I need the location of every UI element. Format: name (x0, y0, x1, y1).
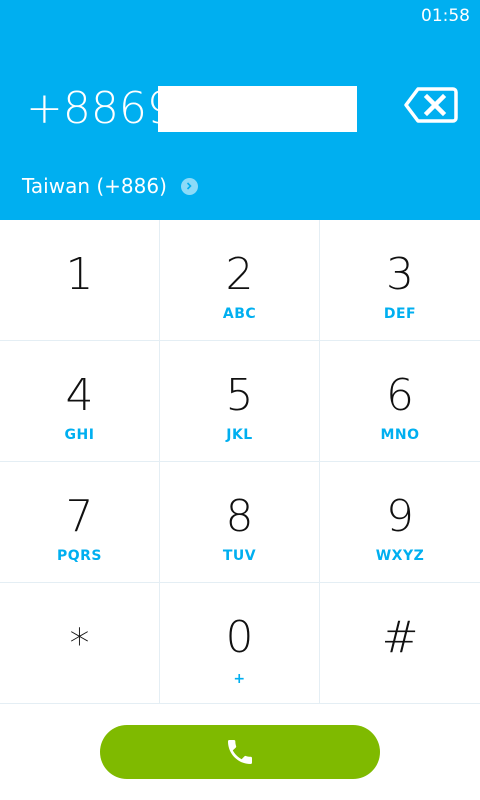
country-selector[interactable]: Taiwan (+886) (22, 174, 198, 198)
key-letters: ABC (222, 306, 257, 322)
key-digit: 4 (65, 370, 94, 421)
key-digit: * (69, 621, 90, 667)
backspace-icon (404, 87, 458, 123)
key-0[interactable]: 0 + (160, 583, 320, 704)
key-letters: GHI (64, 427, 95, 443)
key-digit: 0 (225, 612, 254, 663)
call-button[interactable] (100, 725, 380, 779)
key-digit: 2 (225, 249, 254, 300)
key-digit: 7 (65, 491, 94, 542)
number-display: +8869 (26, 84, 175, 134)
key-digit: 8 (225, 491, 254, 542)
key-9[interactable]: 9 WXYZ (320, 462, 480, 583)
key-8[interactable]: 8 TUV (160, 462, 320, 583)
status-time: 01:58 (421, 6, 470, 26)
key-5[interactable]: 5 JKL (160, 341, 320, 462)
dialed-number: +8869 (26, 83, 175, 134)
key-letters: + (233, 671, 246, 687)
chevron-right-icon (180, 177, 198, 195)
phone-icon (228, 740, 252, 764)
key-digit: 1 (65, 249, 94, 300)
key-digit: 6 (386, 370, 414, 421)
keypad: 1 2 ABC 3 DEF 4 GHI 5 JKL 6 MNO 7 PQRS 8… (0, 220, 480, 704)
dialer-header: 01:58 +8869 Taiwan (+886) (0, 0, 480, 220)
key-letters: PQRS (56, 548, 103, 564)
redacted-number-block (158, 86, 357, 132)
key-hash[interactable]: # (320, 583, 480, 704)
key-6[interactable]: 6 MNO (320, 341, 480, 462)
backspace-button[interactable] (404, 86, 458, 124)
key-letters: MNO (380, 427, 420, 443)
key-1[interactable]: 1 (0, 220, 160, 341)
key-7[interactable]: 7 PQRS (0, 462, 160, 583)
key-digit: 9 (386, 491, 414, 542)
key-letters: DEF (383, 306, 417, 322)
key-letters: WXYZ (375, 548, 425, 564)
key-2[interactable]: 2 ABC (160, 220, 320, 341)
key-4[interactable]: 4 GHI (0, 341, 160, 462)
key-digit: # (381, 612, 419, 663)
key-digit: 3 (386, 249, 414, 300)
key-star[interactable]: * (0, 583, 160, 704)
key-letters: TUV (222, 548, 257, 564)
key-letters: JKL (226, 427, 253, 443)
key-digit: 5 (225, 370, 254, 421)
country-label: Taiwan (+886) (22, 174, 167, 198)
key-3[interactable]: 3 DEF (320, 220, 480, 341)
